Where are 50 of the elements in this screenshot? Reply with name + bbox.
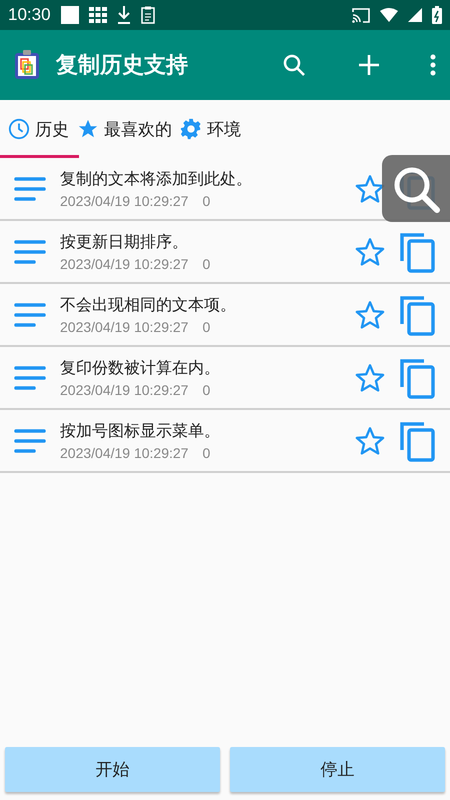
history-text: 不会出现相同的文本项。 bbox=[60, 294, 237, 316]
cast-icon bbox=[352, 8, 370, 22]
clipboard-icon bbox=[140, 6, 155, 24]
add-icon[interactable] bbox=[358, 54, 380, 76]
copy-count: 0 bbox=[202, 318, 210, 334]
lines-icon bbox=[14, 366, 46, 390]
start-button[interactable]: 开始 bbox=[5, 747, 220, 792]
grid-icon bbox=[88, 7, 107, 23]
more-menu-icon[interactable] bbox=[430, 54, 436, 76]
history-text: 复印份数被计算在内。 bbox=[60, 358, 221, 378]
copy-count: 0 bbox=[202, 382, 210, 398]
stop-button[interactable]: 停止 bbox=[230, 747, 445, 792]
timestamp: 2023/04/19 10:29:27 bbox=[60, 382, 188, 398]
signal-icon bbox=[408, 8, 422, 22]
favorite-star-button[interactable] bbox=[354, 236, 386, 268]
timestamp: 2023/04/19 10:29:27 bbox=[60, 318, 188, 334]
tab[interactable]: 环境 bbox=[180, 100, 241, 158]
clock-icon bbox=[8, 118, 30, 140]
history-text: 复制的文本将添加到此处。 bbox=[60, 168, 253, 190]
lines-icon bbox=[14, 302, 46, 326]
copy-button[interactable] bbox=[398, 294, 436, 336]
favorite-star-button[interactable] bbox=[354, 362, 386, 394]
lines-icon bbox=[14, 428, 46, 452]
download-icon bbox=[116, 6, 131, 24]
timestamp: 2023/04/19 10:29:27 bbox=[60, 192, 188, 208]
history-text: 按加号图标显示菜单。 bbox=[60, 420, 221, 442]
lines-icon bbox=[14, 240, 46, 264]
clock-time: 10:30 bbox=[8, 5, 51, 25]
tab[interactable]: 最喜欢的 bbox=[77, 100, 172, 158]
wifi-icon bbox=[380, 8, 398, 22]
square-icon bbox=[60, 6, 79, 24]
copy-button[interactable] bbox=[398, 420, 436, 462]
clipboard-logo-icon bbox=[14, 50, 40, 80]
gear-icon bbox=[180, 118, 202, 140]
history-text: 按更新日期排序。 bbox=[60, 232, 189, 252]
app-title: 复制历史支持 bbox=[56, 52, 189, 80]
copy-button[interactable] bbox=[398, 230, 436, 272]
search-icon[interactable] bbox=[282, 53, 306, 77]
copy-count: 0 bbox=[202, 444, 210, 460]
favorite-star-button[interactable] bbox=[354, 298, 386, 330]
battery-icon bbox=[432, 6, 442, 24]
floating-search-overlay[interactable] bbox=[382, 155, 450, 222]
timestamp: 2023/04/19 10:29:27 bbox=[60, 256, 188, 272]
copy-button[interactable] bbox=[398, 356, 436, 398]
timestamp: 2023/04/19 10:29:27 bbox=[60, 444, 188, 460]
lines-icon bbox=[14, 176, 46, 200]
star-icon bbox=[77, 118, 99, 140]
favorite-star-button[interactable] bbox=[354, 424, 386, 456]
copy-count: 0 bbox=[202, 256, 210, 272]
copy-count: 0 bbox=[202, 192, 210, 208]
